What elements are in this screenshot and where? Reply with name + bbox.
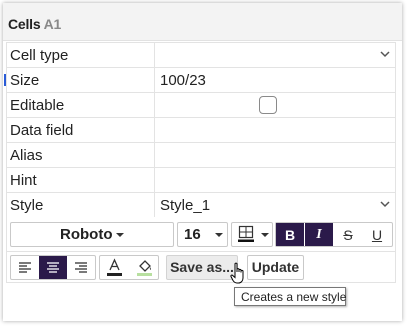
- text-style-group: B I S U: [275, 222, 393, 247]
- chevron-down-icon: [380, 201, 390, 208]
- size-field[interactable]: 100/23: [154, 68, 395, 92]
- property-row-cell-type: Cell type: [7, 43, 395, 68]
- property-row-hint: Hint: [7, 168, 395, 193]
- italic-button[interactable]: I: [305, 223, 333, 246]
- property-label: Cell type: [10, 47, 69, 64]
- caret-down-icon: [261, 233, 269, 237]
- property-row-editable: Editable: [7, 93, 395, 118]
- panel-title: Cells A1: [8, 16, 61, 32]
- font-family-label: Roboto: [60, 226, 113, 243]
- caret-down-icon: [116, 233, 124, 237]
- fill-color-button[interactable]: [130, 256, 159, 279]
- hint-input[interactable]: [154, 168, 395, 192]
- chevron-down-icon: [380, 51, 390, 58]
- strikethrough-button[interactable]: S: [334, 223, 362, 246]
- font-size-dropdown[interactable]: 16: [177, 222, 228, 247]
- property-row-size: Size 100/23: [4, 68, 395, 93]
- property-label: Hint: [10, 172, 37, 189]
- panel-title-label: Cells: [8, 16, 41, 32]
- style-dropdown[interactable]: Style_1: [154, 193, 395, 217]
- property-row-style: Style Style_1: [7, 193, 395, 218]
- underline-button[interactable]: U: [363, 223, 391, 246]
- italic-icon: I: [316, 226, 322, 242]
- bold-icon: B: [284, 226, 296, 243]
- property-label: Alias: [10, 147, 43, 164]
- cell-reference: A1: [43, 16, 62, 32]
- align-left-icon: [19, 262, 31, 273]
- format-toolbar: Roboto 16 B I S U: [6, 218, 396, 251]
- property-value: Style_1: [160, 197, 211, 214]
- align-center-button[interactable]: [39, 256, 67, 279]
- property-value: 100/23: [160, 72, 206, 89]
- text-color-icon: [107, 258, 122, 276]
- update-button[interactable]: Update: [247, 255, 304, 280]
- align-right-button[interactable]: [67, 256, 95, 279]
- hand-cursor-icon: [230, 262, 244, 284]
- strikethrough-icon: S: [343, 226, 353, 243]
- property-row-data-field: Data field: [7, 118, 395, 143]
- cell-type-dropdown[interactable]: [154, 43, 395, 67]
- save-as-button[interactable]: Save as...: [166, 255, 238, 280]
- alignment-toolbar: Save as... Update: [6, 251, 396, 283]
- color-group: [99, 255, 159, 280]
- property-row-alias: Alias: [7, 143, 395, 168]
- property-label: Size: [10, 72, 40, 89]
- font-size-label: 16: [184, 226, 201, 243]
- align-right-icon: [75, 262, 87, 273]
- properties-grid: Cell type Size 100/23 Editable Data fiel…: [4, 42, 396, 218]
- alignment-group: [10, 255, 96, 280]
- data-field-input[interactable]: [154, 118, 395, 142]
- text-color-button[interactable]: [100, 256, 129, 279]
- editable-cell: [154, 93, 395, 117]
- property-label: Data field: [10, 122, 74, 139]
- borders-dropdown[interactable]: [231, 222, 273, 247]
- alias-input[interactable]: [154, 143, 395, 167]
- borders-icon: [238, 225, 254, 242]
- underline-icon: U: [371, 226, 383, 243]
- align-left-button[interactable]: [11, 256, 39, 279]
- property-label: Editable: [10, 97, 65, 114]
- editable-checkbox[interactable]: [259, 96, 277, 114]
- bold-button[interactable]: B: [276, 223, 304, 246]
- align-center-icon: [47, 262, 59, 273]
- panel-header: Cells A1: [3, 3, 402, 41]
- font-family-dropdown[interactable]: Roboto: [10, 222, 174, 247]
- tooltip: Creates a new style: [234, 287, 346, 306]
- row-focus-marker: [4, 74, 6, 86]
- fill-color-icon: [137, 260, 152, 276]
- property-label: Style: [10, 197, 44, 214]
- caret-down-icon: [215, 233, 223, 237]
